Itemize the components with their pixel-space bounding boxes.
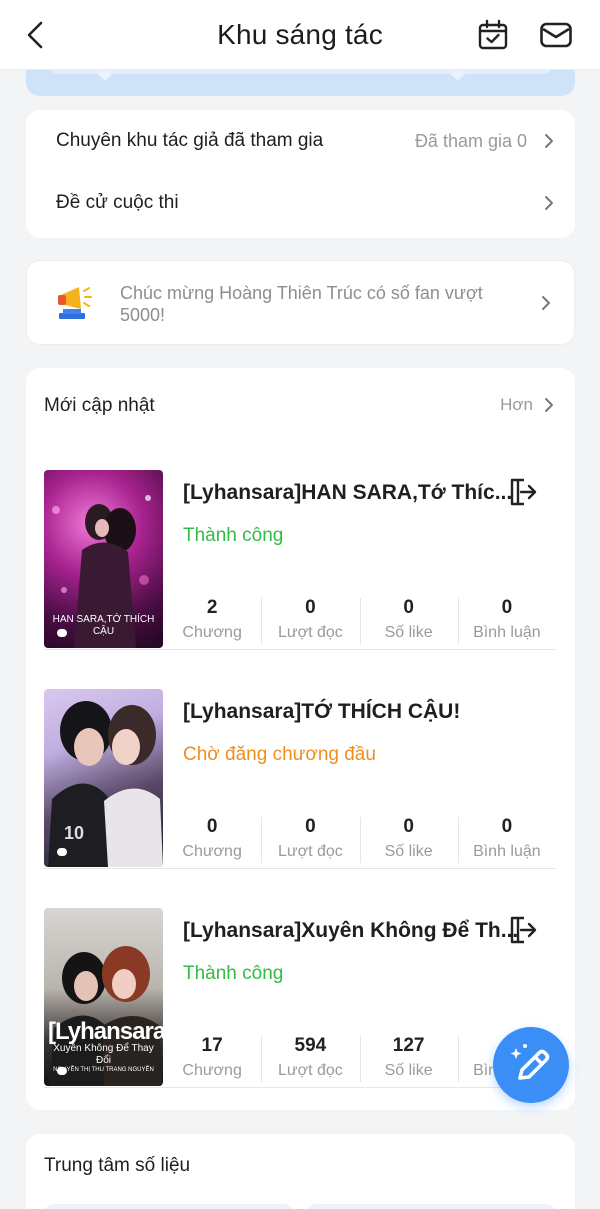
stat-label: Chương [182, 843, 242, 860]
data-tile[interactable] [306, 1204, 556, 1209]
stat-comments: 0 Bình luận [457, 815, 556, 869]
stat-likes: 127 Số like [359, 1034, 458, 1088]
exit-icon[interactable] [507, 915, 537, 945]
story-stats: 0 Chương 0 Lượt đọc 0 Số like 0 Bình luận [163, 815, 556, 869]
data-center-card[interactable]: Trung tâm số liệu [26, 1134, 575, 1209]
stat-reads: 0 Lượt đọc [261, 596, 359, 650]
chevron-right-icon [543, 396, 555, 414]
stat-value: 0 [206, 816, 218, 837]
stat-likes: 0 Số like [359, 596, 458, 650]
story-status: Chờ đăng chương đầu [183, 744, 376, 765]
stat-value: 0 [403, 597, 414, 618]
stat-value: 0 [501, 816, 513, 837]
chevron-right-icon [543, 194, 555, 212]
stat-likes: 0 Số like [359, 815, 458, 869]
stat-value: 594 [294, 1035, 327, 1056]
menu-item-label: Đề cử cuộc thi [56, 192, 179, 213]
story-stats: 2 Chương 0 Lượt đọc 0 Số like 0 Bình luận [163, 596, 556, 650]
stat-chapters: 0 Chương [163, 815, 261, 869]
stat-label: Bình luận [473, 843, 541, 860]
stat-value: 2 [206, 597, 218, 618]
mail-icon[interactable] [538, 17, 574, 53]
stat-label: Bình luận [473, 624, 541, 641]
top-bar: Khu sáng tác [0, 0, 600, 70]
menu-item-contest-nomination[interactable]: Đề cử cuộc thi [56, 183, 555, 223]
stat-value: 0 [501, 597, 513, 618]
write-fab[interactable] [493, 1027, 569, 1103]
chevron-right-icon [540, 294, 552, 312]
announcement-card[interactable]: Chúc mừng Hoàng Thiên Trúc có số fan vượ… [26, 260, 575, 345]
story-item[interactable]: HAN SARA,TỚ THÍCH CẬU [Lyhansara]HAN SAR… [44, 470, 556, 650]
divider [44, 649, 556, 650]
announcement-text: Chúc mừng Hoàng Thiên Trúc có số fan vượ… [120, 283, 483, 325]
stat-comments: 0 Bình luận [457, 596, 556, 650]
stat-reads: 0 Lượt đọc [261, 815, 359, 869]
pencil-sparkle-icon [510, 1044, 550, 1080]
divider [44, 1087, 556, 1088]
recent-updates-card: Mới cập nhật Hơn HAN SARA,TỚ THÍCH CẬU [… [26, 368, 575, 1110]
story-item[interactable]: [Lyhansara] Xuyên Không Để Thay Đổi NGUY… [44, 908, 556, 1088]
story-cover[interactable]: HAN SARA,TỚ THÍCH CẬU [44, 470, 163, 648]
author-menu-card: Chuyên khu tác giả đã tham gia Đã tham g… [26, 110, 575, 238]
svg-text:10: 10 [64, 823, 84, 843]
menu-item-joined-zones[interactable]: Chuyên khu tác giả đã tham gia Đã tham g… [56, 121, 555, 161]
stat-label: Chương [182, 1062, 242, 1079]
chevron-right-icon [543, 132, 555, 150]
stat-label: Lượt đọc [277, 1062, 343, 1079]
stat-label: Lượt đọc [277, 624, 343, 641]
cover-caption-line: Xuyên Không Để Thay Đổi [53, 1043, 154, 1066]
stat-value: 0 [403, 816, 414, 837]
more-label: Hơn [500, 395, 533, 414]
stat-label: Số like [384, 624, 433, 641]
story-item[interactable]: 10 [Lyhansara]TỚ THÍCH CẬU! Chờ đăng chư… [44, 689, 556, 869]
stat-value: 0 [305, 816, 316, 837]
stat-label: Số like [384, 1062, 433, 1079]
story-status: Thành công [183, 963, 284, 984]
stat-value: 17 [201, 1035, 223, 1056]
stat-value: 127 [392, 1035, 425, 1056]
stat-reads: 594 Lượt đọc [261, 1034, 359, 1088]
menu-item-label: Chuyên khu tác giả đã tham gia [56, 130, 324, 151]
exit-icon[interactable] [507, 477, 537, 507]
story-title: [Lyhansara]Xuyên Không Để Th... [183, 919, 519, 942]
comment-bubble-icon [57, 629, 67, 637]
stat-label: Chương [182, 624, 242, 641]
stat-chapters: 17 Chương [163, 1034, 261, 1088]
story-title: [Lyhansara]TỚ THÍCH CẬU! [183, 700, 461, 723]
comment-bubble-icon [57, 848, 67, 856]
more-link[interactable]: Hơn [500, 395, 555, 415]
cover-title: [Lyhansara] [48, 1018, 163, 1045]
story-cover[interactable]: [Lyhansara] Xuyên Không Để Thay Đổi NGUY… [44, 908, 163, 1086]
section-title: Mới cập nhật [44, 395, 155, 416]
comment-bubble-icon [57, 1067, 67, 1075]
section-title: Trung tâm số liệu [44, 1155, 191, 1176]
story-status: Thành công [183, 525, 284, 546]
divider [44, 868, 556, 869]
story-title: [Lyhansara]HAN SARA,Tớ Thíc... [183, 481, 513, 504]
calendar-check-icon[interactable] [475, 17, 511, 53]
stat-value: 0 [305, 597, 316, 618]
data-tile[interactable] [44, 1204, 294, 1209]
stat-label: Lượt đọc [277, 843, 343, 860]
menu-item-value: Đã tham gia 0 [414, 130, 527, 151]
stat-label: Số like [384, 843, 433, 860]
stat-chapters: 2 Chương [163, 596, 261, 650]
megaphone-icon [53, 281, 95, 325]
story-cover[interactable]: 10 [44, 689, 163, 867]
